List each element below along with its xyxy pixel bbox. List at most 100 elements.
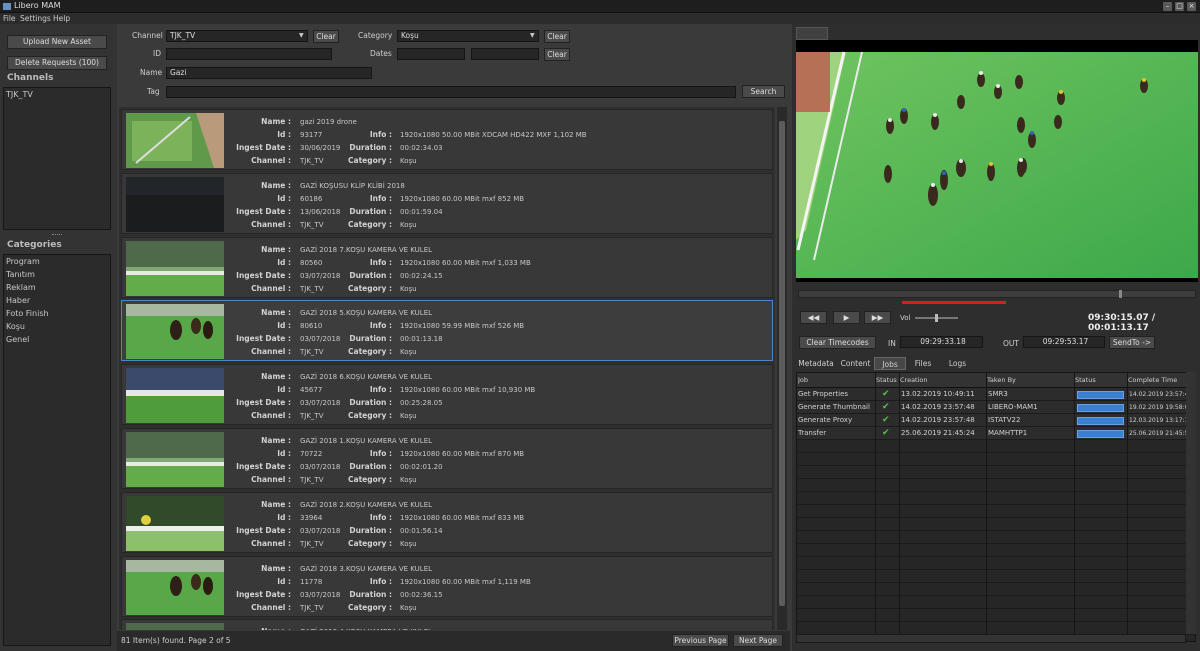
rewind-button[interactable]: ◀◀ (800, 311, 827, 324)
volume-slider[interactable] (915, 314, 958, 322)
splitter-handle[interactable] (52, 234, 62, 236)
thumbnail-image[interactable] (126, 176, 224, 232)
job-name[interactable]: Generate Thumbnail (798, 403, 874, 411)
tag-input[interactable] (166, 86, 736, 98)
chevron-down-icon: ▼ (530, 32, 535, 39)
column-header[interactable]: Complete Time (1128, 376, 1188, 384)
field-label: Duration : (349, 143, 392, 152)
result-row[interactable]: Name : GAZİ 2018 7.KOŞU KAMERA VE KULEL Id… (121, 236, 773, 298)
job-progress-bar (1077, 404, 1124, 412)
result-row[interactable]: Name : GAZİ 2018 2.KOŞU KAMERA VE KULEL Id… (121, 491, 773, 553)
name-input[interactable]: Gazi (166, 67, 372, 79)
job-name[interactable]: Transfer (798, 429, 874, 437)
job-name[interactable]: Get Properties (798, 390, 874, 398)
job-name[interactable]: Generate Proxy (798, 416, 874, 424)
column-header[interactable]: Creation (900, 376, 987, 384)
video-player[interactable] (796, 40, 1198, 282)
date-to-input[interactable] (471, 48, 539, 60)
delete-requests-button[interactable]: Delete Requests (100) (7, 56, 107, 70)
category-item[interactable]: Foto Finish (6, 307, 110, 320)
field-label: Category : (348, 602, 392, 612)
channel-item-tjk-tv[interactable]: TJK_TV (4, 88, 110, 101)
channels-header: Channels (7, 73, 54, 83)
tab-logs[interactable]: Logs (940, 357, 975, 370)
field-value-date: 03/07/2018 (300, 463, 341, 471)
menu-settings[interactable]: Settings (20, 14, 51, 23)
field-value-date: 13/06/2018 (300, 207, 341, 216)
thumbnail-image[interactable] (126, 304, 224, 360)
tab-files[interactable]: Files (908, 357, 938, 370)
thumbnail-image[interactable] (126, 113, 224, 168)
checkmark-icon: ✔ (882, 402, 890, 412)
tab-jobs[interactable]: Jobs (874, 357, 906, 370)
volume-handle[interactable] (935, 314, 938, 322)
previous-page-button[interactable]: Previous Page (672, 634, 729, 647)
field-label: Duration : (349, 206, 392, 216)
channel-select[interactable]: TJK_TV (166, 30, 308, 42)
date-from-input[interactable] (397, 48, 465, 60)
send-to-button[interactable]: SendTo -> (1109, 336, 1155, 349)
play-button[interactable]: ▶ (833, 311, 860, 324)
results-scrollbar[interactable] (777, 107, 787, 630)
thumbnail-image[interactable] (126, 432, 224, 487)
category-item[interactable]: Program (6, 255, 110, 268)
field-value-channel: TJK_TV (300, 603, 324, 612)
clear-dates-button[interactable]: Clear (544, 48, 570, 61)
field-value-info: 1920x1080 60.00 MBit mxf 1,119 MB (400, 577, 531, 586)
clear-category-button[interactable]: Clear (544, 30, 570, 43)
tab-metadata[interactable]: Metadata (796, 357, 836, 370)
field-value-date: 03/07/2018 (300, 335, 341, 344)
result-row[interactable]: Name : GAZİ KOŞUSU KLİP KLİBİ 2018 Id : 601… (121, 172, 773, 234)
result-row[interactable]: Name : GAZİ 2018 6.KOŞU KAMERA VE KULEL Id… (121, 364, 773, 426)
jobs-vertical-scrollbar[interactable] (1186, 372, 1196, 634)
result-row[interactable]: Name : gazi 2019 drone Id : 93177 Ingest Dat… (121, 109, 773, 170)
result-row[interactable]: Name : GAZİ 2018 1.KOŞU KAMERA VE KULEL Id… (121, 428, 773, 489)
column-header[interactable]: Taken By (987, 376, 1075, 384)
close-icon[interactable]: × (1187, 2, 1196, 11)
field-value-name: gazi 2019 drone (300, 118, 357, 126)
result-row[interactable]: Name : GAZİ 2018 3.KOŞU KAMERA VE KULEL Id… (121, 555, 773, 617)
category-item[interactable]: Tanıtım (6, 268, 110, 281)
thumbnail-image[interactable] (126, 495, 224, 551)
next-page-button[interactable]: Next Page (733, 634, 783, 647)
result-row[interactable]: Name : GAZİ 2018 5.KOŞU KAMERA VE KULEL Id… (121, 300, 773, 362)
seek-bar[interactable] (798, 290, 1196, 298)
job-creation: 13.02.2019 10:49:11 (901, 390, 975, 398)
category-item[interactable]: Reklam (6, 281, 110, 294)
thumbnail-image[interactable] (126, 623, 224, 630)
clear-channel-button[interactable]: Clear (313, 30, 339, 43)
menu-help[interactable]: Help (53, 14, 70, 23)
thumbnail-image[interactable] (126, 368, 224, 424)
minimize-icon[interactable]: – (1163, 2, 1172, 11)
maximize-icon[interactable]: □ (1175, 2, 1184, 11)
category-item[interactable]: Haber (6, 294, 110, 307)
job-complete-time: 25.06.2019 21:45:5 (1129, 430, 1187, 437)
field-value-info: 1920x1080 60.00 MBit mxf 852 MB (400, 194, 525, 203)
seek-handle[interactable] (1119, 290, 1122, 298)
in-timecode-field[interactable]: 09:29:33.18 (900, 336, 983, 348)
column-header[interactable]: Status (1075, 376, 1128, 384)
tab-content[interactable]: Content (838, 357, 873, 370)
category-item[interactable]: Genel (6, 333, 110, 346)
jobs-horizontal-scrollbar[interactable] (796, 634, 1186, 643)
thumbnail-image[interactable] (126, 559, 224, 615)
field-label: Ingest Date : (236, 398, 291, 408)
preview-tab[interactable] (796, 27, 828, 40)
id-input[interactable] (166, 48, 332, 60)
field-label: Id : (277, 130, 291, 139)
result-row[interactable]: Name :GAZİ 2018 4.KOŞU KAMERA VE KULELId… (121, 619, 773, 630)
category-item[interactable]: Koşu (6, 320, 110, 333)
clear-timecodes-button[interactable]: Clear Timecodes (799, 336, 876, 349)
field-value-duration: 00:02:24.15 (400, 271, 443, 280)
fast-forward-button[interactable]: ▶▶ (864, 311, 891, 324)
search-button[interactable]: Search (742, 85, 785, 98)
column-header[interactable]: Job (798, 376, 876, 384)
out-timecode-field[interactable]: 09:29:53.17 (1023, 336, 1105, 348)
scrollbar-thumb[interactable] (779, 121, 785, 606)
thumbnail-image[interactable] (126, 240, 224, 296)
column-header[interactable]: Status (876, 376, 900, 384)
upload-new-asset-button[interactable]: Upload New Asset (7, 35, 107, 49)
category-select[interactable]: Koşu (397, 30, 539, 42)
menu-file[interactable]: File (3, 14, 16, 23)
field-label: Category : (348, 283, 392, 293)
